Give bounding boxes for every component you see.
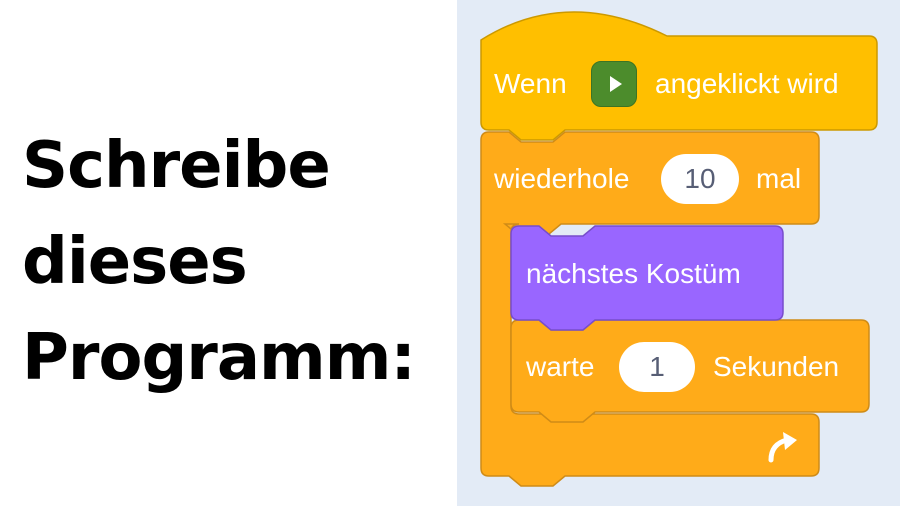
instruction-line-3: Programm: [22,321,416,395]
wait-suffix-label: Sekunden [713,351,840,382]
hat-prefix-label: Wenn [494,68,567,99]
instruction-heading: Schreibe dieses Programm: [22,118,416,406]
repeat-count-input[interactable]: 10 [661,154,739,204]
next-costume-label: nächstes Kostüm [526,258,741,289]
hat-suffix-label: angeklickt wird [655,68,839,99]
green-flag-icon [591,61,637,107]
repeat-label: wiederhole [494,163,630,194]
wait-label: warte [526,351,595,382]
instruction-line-2: dieses [22,225,248,299]
code-workspace: Wenn angeklickt wird wiederhole 10 mal n… [457,0,900,506]
wait-seconds-input[interactable]: 1 [619,342,695,392]
slide: Schreibe dieses Programm: Wenn angeklick… [0,0,900,506]
repeat-suffix-label: mal [756,163,802,194]
instruction-line-1: Schreibe [22,129,331,203]
